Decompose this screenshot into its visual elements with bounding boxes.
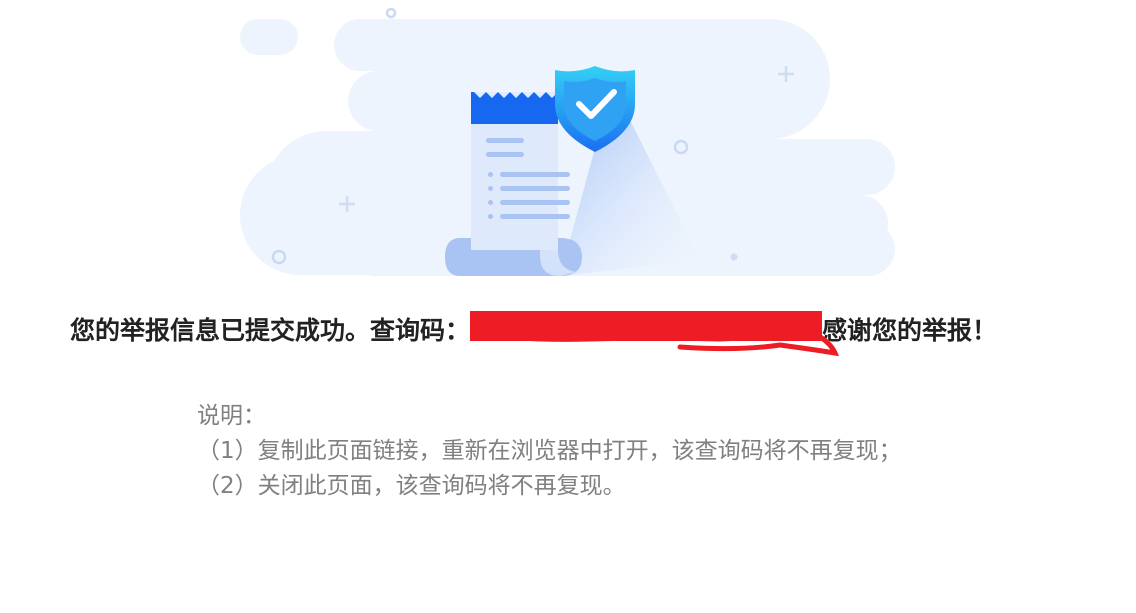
success-message-prefix: 您的举报信息已提交成功。查询码： bbox=[70, 316, 471, 345]
query-code-redaction bbox=[470, 311, 840, 357]
notes-section: 说明： （1）复制此页面链接，重新在浏览器中打开，该查询码将不再复现； （2）关… bbox=[197, 399, 902, 504]
receipt-with-shield-checkmark-icon bbox=[240, 7, 895, 276]
note-item-1: （1）复制此页面链接，重新在浏览器中打开，该查询码将不再复现； bbox=[197, 438, 902, 464]
success-illustration bbox=[230, 0, 910, 285]
notes-heading: 说明： bbox=[197, 403, 266, 429]
success-message: 您的举报信息已提交成功。查询码： 感谢您的举报！ bbox=[70, 311, 1070, 357]
note-item-2: （2）关闭此页面，该查询码将不再复现。 bbox=[197, 473, 626, 499]
